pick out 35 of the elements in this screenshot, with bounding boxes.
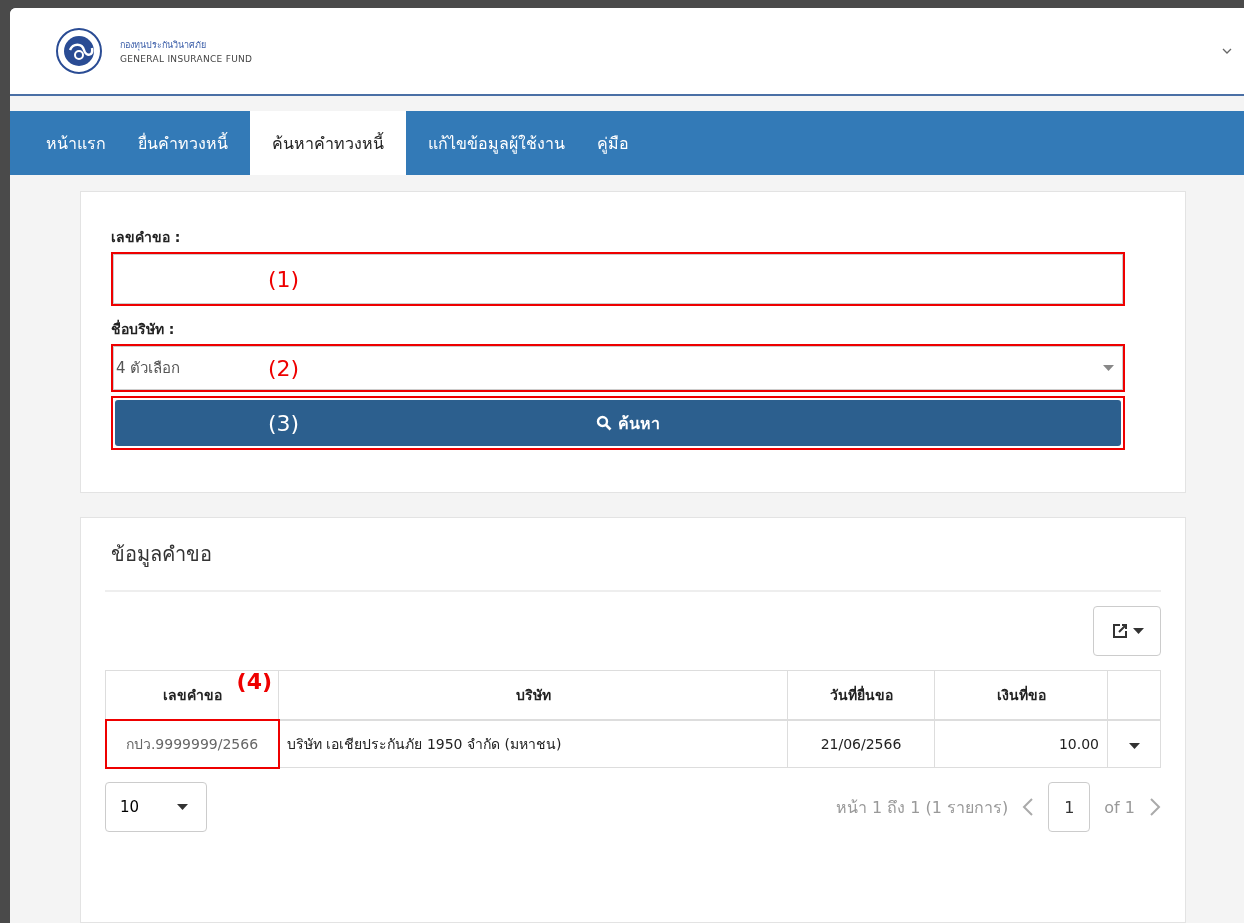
nav-tab[interactable]: ยื่นคำทวงหนี้ — [128, 111, 238, 175]
field-label: ชื่อบริษัท : — [111, 318, 176, 339]
page-size-select[interactable]: 10 — [105, 782, 207, 832]
field-label: เลขคำขอ : — [111, 228, 182, 247]
annotation-label: (4) — [236, 669, 272, 694]
caret-icon — [1128, 742, 1140, 749]
nav-tab[interactable]: แก้ไขข้อมูลผู้ใช้งาน — [418, 111, 575, 175]
table-cell: 21/06/2566 — [787, 720, 935, 768]
export-icon — [1110, 622, 1129, 640]
table-cell: บริษัท เอเชียประกันภัย 1950 จำกัด (มหาชน) — [278, 720, 788, 768]
annotation-label: (1) — [268, 266, 300, 292]
column-header: บริษัท — [278, 670, 788, 720]
column-header: วันที่ยื่นขอ — [787, 670, 935, 720]
caret-icon — [177, 804, 188, 810]
annotation-label: (3) — [268, 410, 300, 436]
page-total: of 1 — [1104, 797, 1135, 817]
section-title: ข้อมูลคำขอ — [105, 538, 1161, 592]
caret-icon — [1132, 628, 1144, 634]
export-button[interactable] — [1093, 606, 1161, 656]
org-name-english: GENERAL INSURANCE FUND — [120, 54, 254, 65]
column-header: เลขคำขอ (4) — [105, 670, 279, 720]
nav-tab[interactable]: ค้นหาคำทวงหนี้ — [250, 111, 406, 175]
annotation-label: (2) — [268, 355, 300, 381]
logo-icon — [56, 28, 102, 75]
search-icon — [596, 415, 612, 431]
table-cell: กปว.9999999/2566 — [105, 720, 279, 768]
table-cell: 10.00 — [934, 720, 1108, 768]
caret-icon — [1103, 365, 1114, 371]
page-number-field[interactable]: 1 — [1048, 782, 1091, 832]
nav-tab[interactable]: หน้าแรก — [36, 111, 116, 175]
org-name-thai: กองทุนประกันวินาศภัย — [120, 39, 207, 53]
nav-tab[interactable]: คู่มือ — [587, 111, 639, 175]
chevron-down-icon[interactable] — [1222, 48, 1232, 55]
page-info: หน้า 1 ถึง 1 (1 รายการ) — [835, 796, 1009, 819]
column-header: เงินที่ขอ — [934, 670, 1108, 720]
